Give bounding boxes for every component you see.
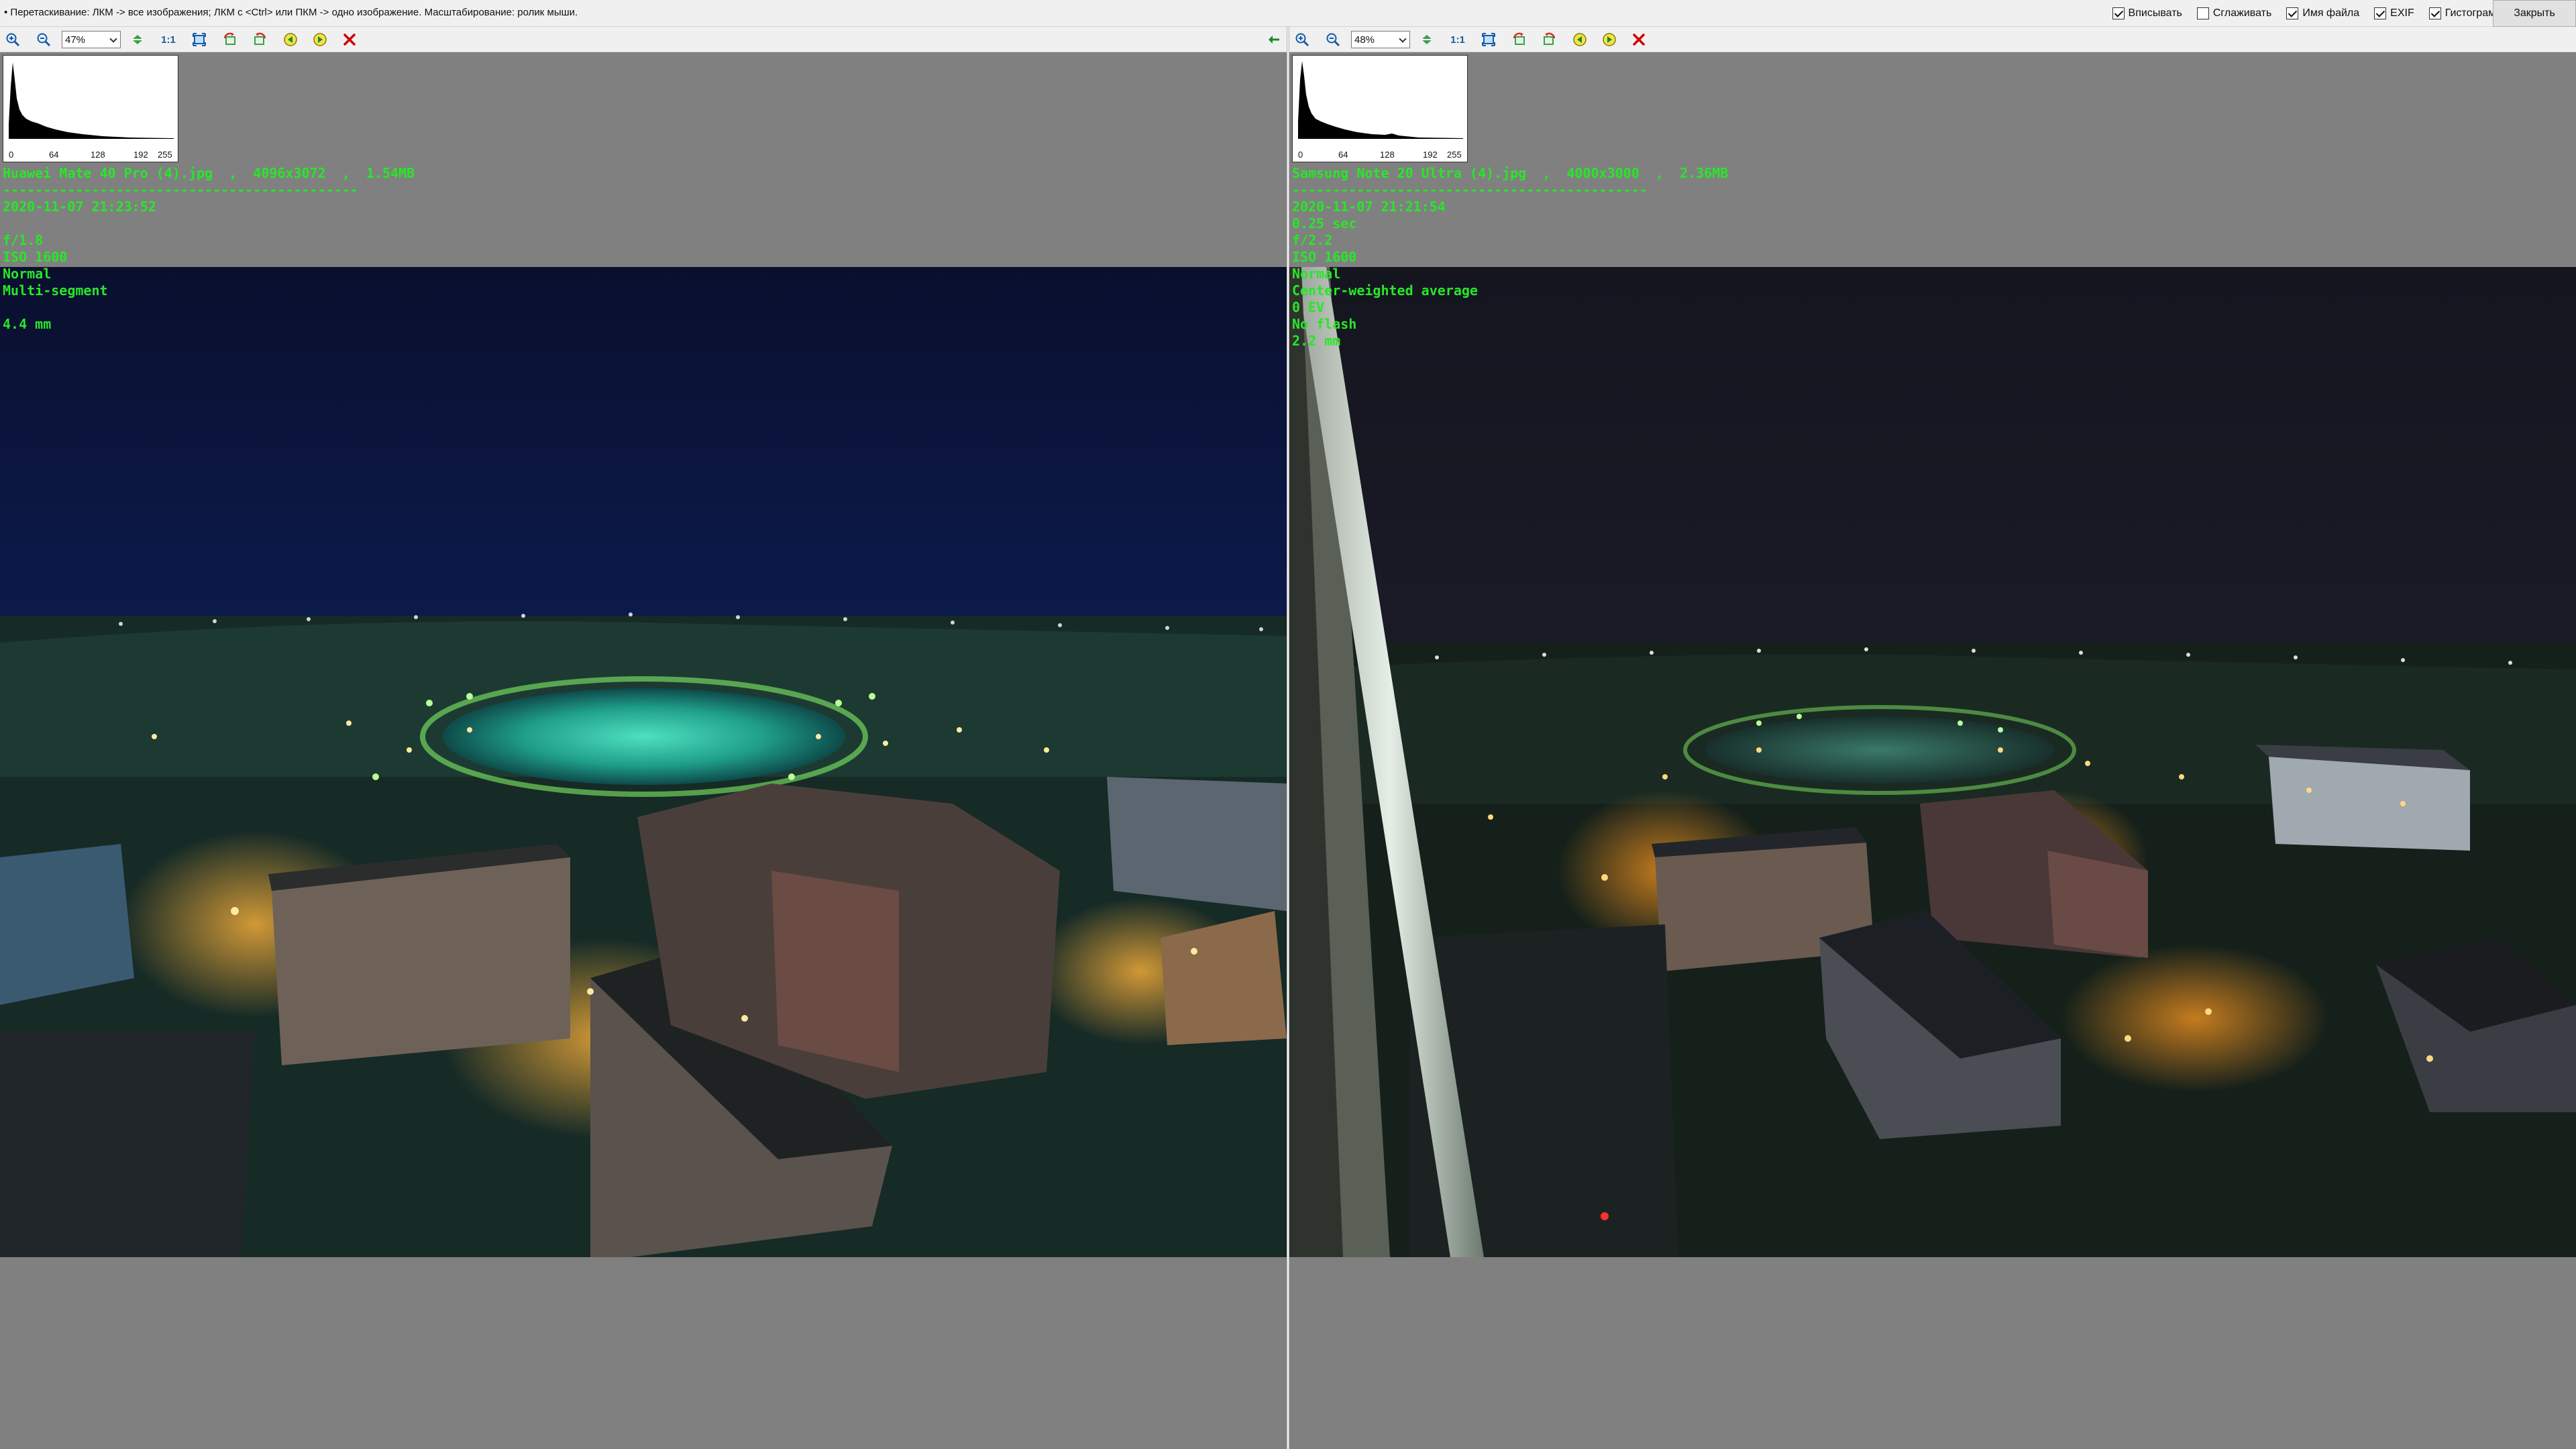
left-exif-blank: [3, 215, 415, 232]
right-exif-overlay: Samsung Note 20 Ultra (4).jpg , 4000x300…: [1292, 165, 1728, 350]
left-separator: ----------------------------------------…: [3, 182, 358, 198]
right-exif-datetime: 2020-11-07 21:21:54: [1292, 199, 1446, 215]
next-icon[interactable]: [1601, 31, 1618, 48]
option-fit[interactable]: Вписывать: [2112, 7, 2182, 19]
delete-icon[interactable]: [1630, 31, 1648, 48]
hist-tick: 128: [91, 150, 105, 160]
smooth-checkbox[interactable]: [2196, 7, 2209, 19]
zoom-in-icon[interactable]: [4, 31, 21, 48]
right-zoom-select[interactable]: 48%: [1351, 31, 1410, 48]
delete-icon[interactable]: [341, 31, 358, 48]
left-photo[interactable]: [0, 267, 1287, 1257]
right-exif-exposure: 0.25 sec: [1292, 215, 1357, 231]
rotate-right-icon[interactable]: [1540, 31, 1558, 48]
option-smooth[interactable]: Сглаживать: [2196, 7, 2272, 19]
right-exif-iso: ISO 1600: [1292, 249, 1357, 265]
zoom-out-icon[interactable]: [35, 31, 52, 48]
right-exif-focal: 2.2 mm: [1292, 333, 1341, 349]
left-histogram: 0 64 128 192 255: [3, 55, 178, 162]
right-photo[interactable]: [1289, 267, 2576, 1257]
prev-icon[interactable]: [282, 31, 299, 48]
right-exif-aperture: f/2.2: [1292, 232, 1333, 248]
left-zoom-select[interactable]: 47%: [62, 31, 121, 48]
right-histogram: 0 64 128 192 255: [1292, 55, 1468, 162]
zoom-in-icon[interactable]: [1293, 31, 1311, 48]
right-exif-flash: No flash: [1292, 316, 1357, 332]
fit-icon[interactable]: [129, 31, 146, 48]
right-separator: ----------------------------------------…: [1292, 182, 1648, 198]
hist-tick: 192: [1423, 150, 1438, 160]
one-to-one-button[interactable]: 1:1: [158, 31, 178, 48]
usage-hint: • Перетаскивание: ЛКМ -> все изображения…: [4, 7, 578, 18]
fullscreen-icon[interactable]: [191, 31, 208, 48]
option-exif-label: EXIF: [2390, 7, 2414, 19]
left-exif-datetime: 2020-11-07 21:23:52: [3, 199, 156, 215]
right-toolbar: 48% 1:1: [1289, 27, 2576, 52]
chevron-down-icon: [109, 35, 117, 43]
left-file-info: Huawei Mate 40 Pro (4).jpg , 4096x3072 ,…: [3, 165, 415, 181]
fullscreen-icon[interactable]: [1480, 31, 1497, 48]
close-button[interactable]: Закрыть: [2493, 0, 2576, 27]
left-exif-metering: Multi-segment: [3, 282, 108, 299]
next-icon[interactable]: [311, 31, 329, 48]
right-exif-ev: 0 EV: [1292, 299, 1325, 315]
left-exif-overlay: Huawei Mate 40 Pro (4).jpg , 4096x3072 ,…: [3, 165, 415, 333]
option-fit-label: Вписывать: [2128, 7, 2182, 19]
left-zoom-value: 47%: [65, 34, 86, 46]
hist-tick: 0: [1298, 150, 1303, 160]
right-histogram-axis: 0 64 128 192 255: [1298, 150, 1463, 160]
hist-tick: 64: [49, 150, 59, 160]
one-to-one-button[interactable]: 1:1: [1448, 31, 1468, 48]
histogram-checkbox[interactable]: [2428, 7, 2441, 19]
rotate-left-icon[interactable]: [1511, 31, 1528, 48]
right-file-info: Samsung Note 20 Ultra (4).jpg , 4000x300…: [1292, 165, 1729, 181]
top-bar: • Перетаскивание: ЛКМ -> все изображения…: [0, 0, 2576, 27]
left-exif-focal: 4.4 mm: [3, 316, 52, 332]
hist-tick: 128: [1380, 150, 1395, 160]
filename-checkbox[interactable]: [2286, 7, 2299, 19]
swap-arrow-icon[interactable]: [1265, 31, 1283, 48]
rotate-right-icon[interactable]: [251, 31, 268, 48]
left-toolbar: 47% 1:1: [0, 27, 1287, 52]
right-exif-metering: Center-weighted average: [1292, 282, 1478, 299]
option-exif[interactable]: EXIF: [2374, 7, 2414, 19]
view-options: Вписывать Сглаживать Имя файла EXIF Гист…: [2112, 0, 2524, 27]
left-exif-iso: ISO 1600: [3, 249, 68, 265]
left-histogram-axis: 0 64 128 192 255: [9, 150, 174, 160]
left-exif-aperture: f/1.8: [3, 232, 44, 248]
option-smooth-label: Сглаживать: [2212, 7, 2272, 19]
right-image-pane[interactable]: 48% 1:1 0 64 128 192 255 Samsung Note 20…: [1289, 27, 2576, 1449]
hist-tick: 0: [9, 150, 14, 160]
right-exif-mode: Normal: [1292, 266, 1341, 282]
right-zoom-value: 48%: [1354, 34, 1375, 46]
rotate-left-icon[interactable]: [221, 31, 239, 48]
hist-tick: 255: [158, 150, 172, 160]
prev-icon[interactable]: [1571, 31, 1589, 48]
hist-tick: 192: [133, 150, 148, 160]
chevron-down-icon: [1399, 35, 1407, 43]
option-filename[interactable]: Имя файла: [2286, 7, 2359, 19]
left-exif-blank: [3, 299, 415, 316]
zoom-out-icon[interactable]: [1324, 31, 1342, 48]
exif-checkbox[interactable]: [2374, 7, 2387, 19]
hist-tick: 255: [1447, 150, 1462, 160]
hist-tick: 64: [1338, 150, 1348, 160]
option-filename-label: Имя файла: [2302, 7, 2360, 19]
fit-icon[interactable]: [1418, 31, 1436, 48]
left-exif-mode: Normal: [3, 266, 52, 282]
left-image-pane[interactable]: 47% 1:1 0 64 128 192 255 Huawei Mate 40 …: [0, 27, 1287, 1449]
fit-checkbox[interactable]: [2112, 7, 2125, 19]
